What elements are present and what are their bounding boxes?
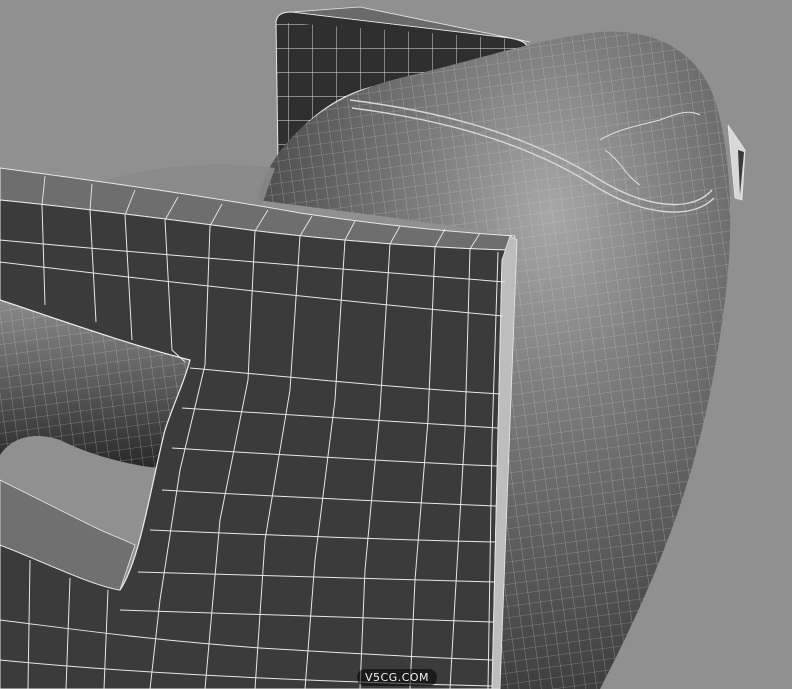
watermark-badge: V5CG.COM xyxy=(357,669,437,686)
viewport-render xyxy=(0,6,746,689)
right-edge-panel xyxy=(727,124,746,201)
watermark-text: V5CG.COM xyxy=(364,671,430,684)
3d-viewport[interactable]: V5CG.COM xyxy=(0,0,792,689)
